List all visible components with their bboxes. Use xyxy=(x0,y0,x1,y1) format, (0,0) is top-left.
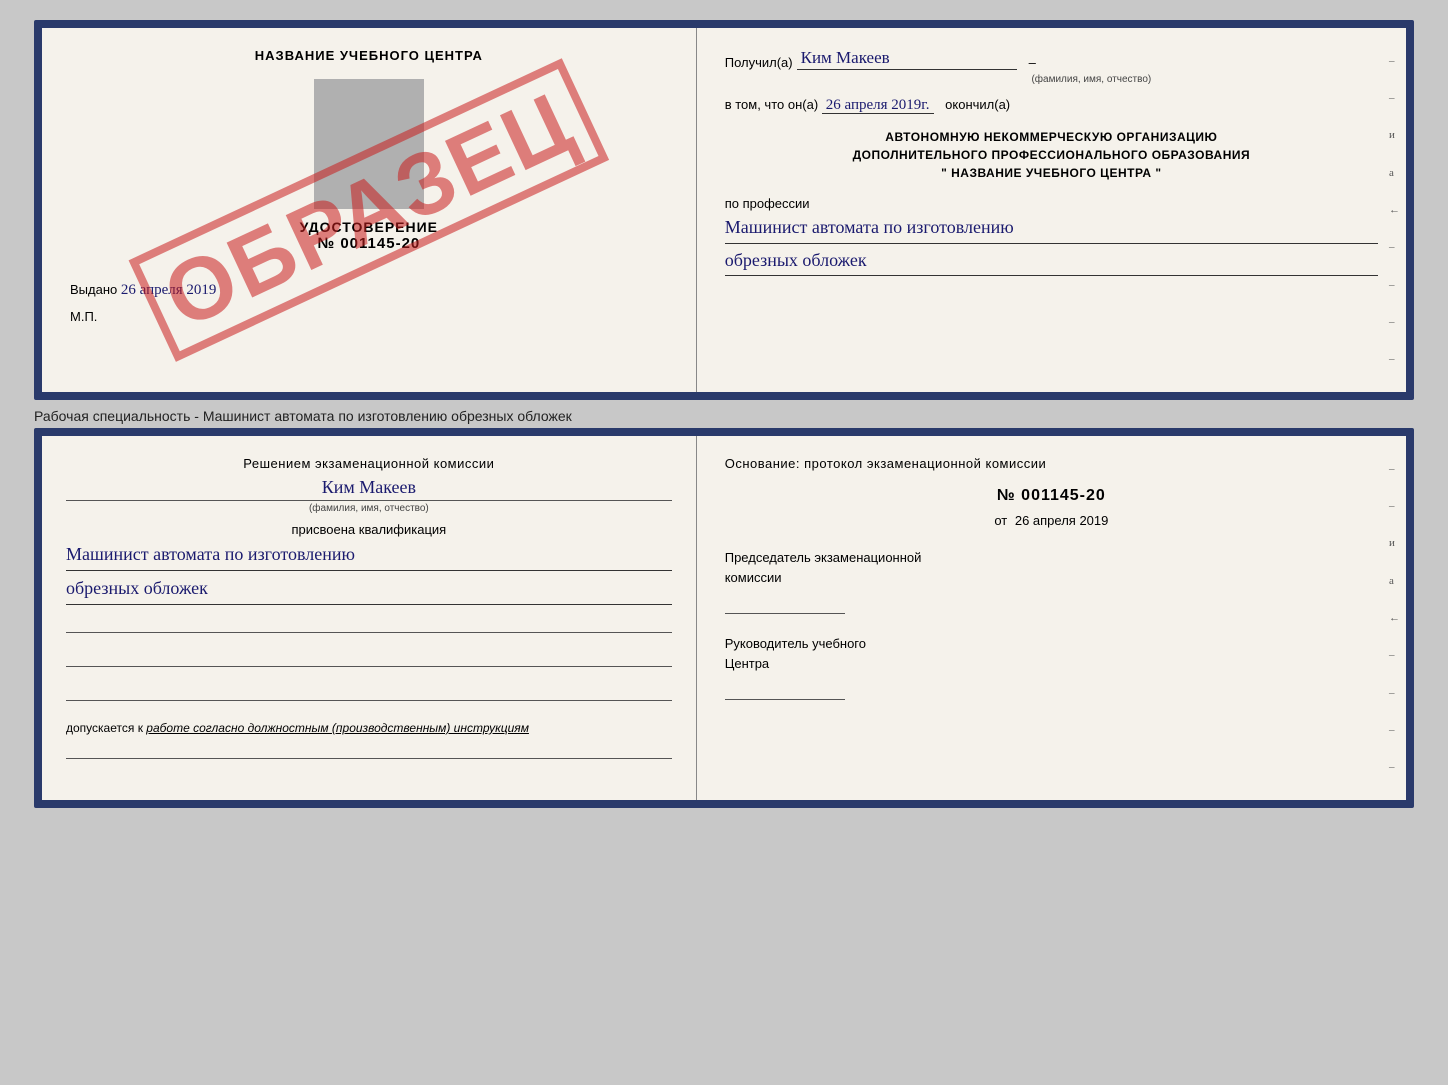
issued-date: 26 апреля 2019 xyxy=(121,282,217,298)
dash-item: и xyxy=(1389,537,1400,549)
rukovoditel-sig-line xyxy=(725,681,1378,700)
dash-item: – xyxy=(1389,55,1400,67)
dash-item: – xyxy=(1389,761,1400,773)
dash-item: и xyxy=(1389,129,1400,141)
dash-item: ← xyxy=(1389,204,1400,216)
cert-number: № 001145-20 xyxy=(66,235,672,252)
protocol-date-prefix: от xyxy=(994,513,1007,528)
top-doc-left: НАЗВАНИЕ УЧЕБНОГО ЦЕНТРА ОБРАЗЕЦ УДОСТОВ… xyxy=(42,28,697,392)
rukovoditel-line1: Руководитель учебного xyxy=(725,634,1378,654)
dash-item: – xyxy=(1389,649,1400,661)
protocol-date-value: 26 апреля 2019 xyxy=(1015,513,1109,528)
profession-line1: Машинист автомата по изготовлению xyxy=(725,215,1378,243)
top-doc-right: Получил(а) Ким Макеев – (фамилия, имя, о… xyxy=(697,28,1406,392)
dopuskaetsya-italic: работе согласно должностным (производств… xyxy=(146,721,529,735)
org-line3: " НАЗВАНИЕ УЧЕБНОГО ЦЕНТРА " xyxy=(725,164,1378,182)
dash-item: – xyxy=(1389,687,1400,699)
po-professii-label: по профессии xyxy=(725,196,1378,211)
dash1: – xyxy=(1029,55,1036,70)
org-line2: ДОПОЛНИТЕЛЬНОГО ПРОФЕССИОНАЛЬНОГО ОБРАЗО… xyxy=(725,146,1378,164)
person-name: Ким Макеев xyxy=(66,477,672,498)
side-dashes-top: – – и а ← – – – – xyxy=(1389,28,1400,392)
top-document: НАЗВАНИЕ УЧЕБНОГО ЦЕНТРА ОБРАЗЕЦ УДОСТОВ… xyxy=(34,20,1414,400)
blank-line xyxy=(66,651,672,667)
resheniyem-title: Решением экзаменационной комиссии xyxy=(66,456,672,471)
received-prefix: Получил(а) xyxy=(725,55,793,70)
top-doc-title: НАЗВАНИЕ УЧЕБНОГО ЦЕНТРА xyxy=(66,48,672,63)
received-line: Получил(а) Ким Макеев – xyxy=(725,48,1378,70)
between-docs-text: Рабочая специальность - Машинист автомат… xyxy=(34,400,1414,428)
fio-hint-top: (фамилия, имя, отчество) xyxy=(805,74,1378,85)
dash-item: – xyxy=(1389,353,1400,365)
dash-item: а xyxy=(1389,167,1400,179)
dash-item: – xyxy=(1389,241,1400,253)
org-block: АВТОНОМНУЮ НЕКОММЕРЧЕСКУЮ ОРГАНИЗАЦИЮ ДО… xyxy=(725,128,1378,182)
dash-item: а xyxy=(1389,575,1400,587)
mp-label: М.П. xyxy=(70,309,672,324)
dash-item: – xyxy=(1389,92,1400,104)
protocol-number: № 001145-20 xyxy=(725,487,1378,505)
sig-line-predsedatel xyxy=(725,595,845,614)
osnovanie-title: Основание: протокол экзаменационной коми… xyxy=(725,456,1378,471)
predsedatel-line2: комиссии xyxy=(725,568,1378,588)
predsedatel-sig-line xyxy=(725,595,1378,614)
vtom-line: в том, что он(а) 26 апреля 2019г. окончи… xyxy=(725,97,1378,114)
profession-line2: обрезных обложек xyxy=(725,248,1378,276)
issued-line: Выдано 26 апреля 2019 xyxy=(70,282,672,299)
qual-line1: Машинист автомата по изготовлению xyxy=(66,541,672,571)
photo-placeholder xyxy=(314,79,424,209)
vtom-prefix: в том, что он(а) xyxy=(725,97,818,112)
received-name: Ким Макеев xyxy=(797,48,1017,70)
bottom-document: Решением экзаменационной комиссии Ким Ма… xyxy=(34,428,1414,808)
dash-item: – xyxy=(1389,279,1400,291)
cert-label: УДОСТОВЕРЕНИЕ xyxy=(66,219,672,235)
dopuskaetsya-line: допускается к работе согласно должностны… xyxy=(66,721,672,735)
predsedatel-label: Председатель экзаменационной комиссии xyxy=(725,548,1378,587)
dash-item: – xyxy=(1389,500,1400,512)
side-dashes-bottom: – – и а ← – – – – xyxy=(1389,436,1400,800)
issued-prefix: Выдано xyxy=(70,282,117,297)
finished-date: 26 апреля 2019г. xyxy=(822,97,934,114)
fio-hint-bottom: (фамилия, имя, отчество) xyxy=(66,500,672,514)
bottom-doc-left: Решением экзаменационной комиссии Ким Ма… xyxy=(42,436,697,800)
qual-line2: обрезных обложек xyxy=(66,575,672,605)
rukovoditel-line2: Центра xyxy=(725,654,1378,674)
dopuskaetsya-prefix: допускается к xyxy=(66,721,143,735)
blank-lines-left xyxy=(66,617,672,701)
rukovoditel-label: Руководитель учебного Центра xyxy=(725,634,1378,673)
okончil-suffix: окончил(а) xyxy=(945,97,1010,112)
prisvoena-label: присвоена квалификация xyxy=(66,522,672,537)
blank-line-bottom xyxy=(66,743,672,759)
sig-line-rukovoditel xyxy=(725,681,845,700)
predsedatel-line1: Председатель экзаменационной xyxy=(725,548,1378,568)
bottom-doc-right: Основание: протокол экзаменационной коми… xyxy=(697,436,1406,800)
dash-item: – xyxy=(1389,724,1400,736)
dash-item: – xyxy=(1389,463,1400,475)
blank-line xyxy=(66,617,672,633)
blank-line xyxy=(66,685,672,701)
dash-item: – xyxy=(1389,316,1400,328)
dash-item: ← xyxy=(1389,612,1400,624)
protocol-date: от 26 апреля 2019 xyxy=(725,513,1378,528)
org-line1: АВТОНОМНУЮ НЕКОММЕРЧЕСКУЮ ОРГАНИЗАЦИЮ xyxy=(725,128,1378,146)
